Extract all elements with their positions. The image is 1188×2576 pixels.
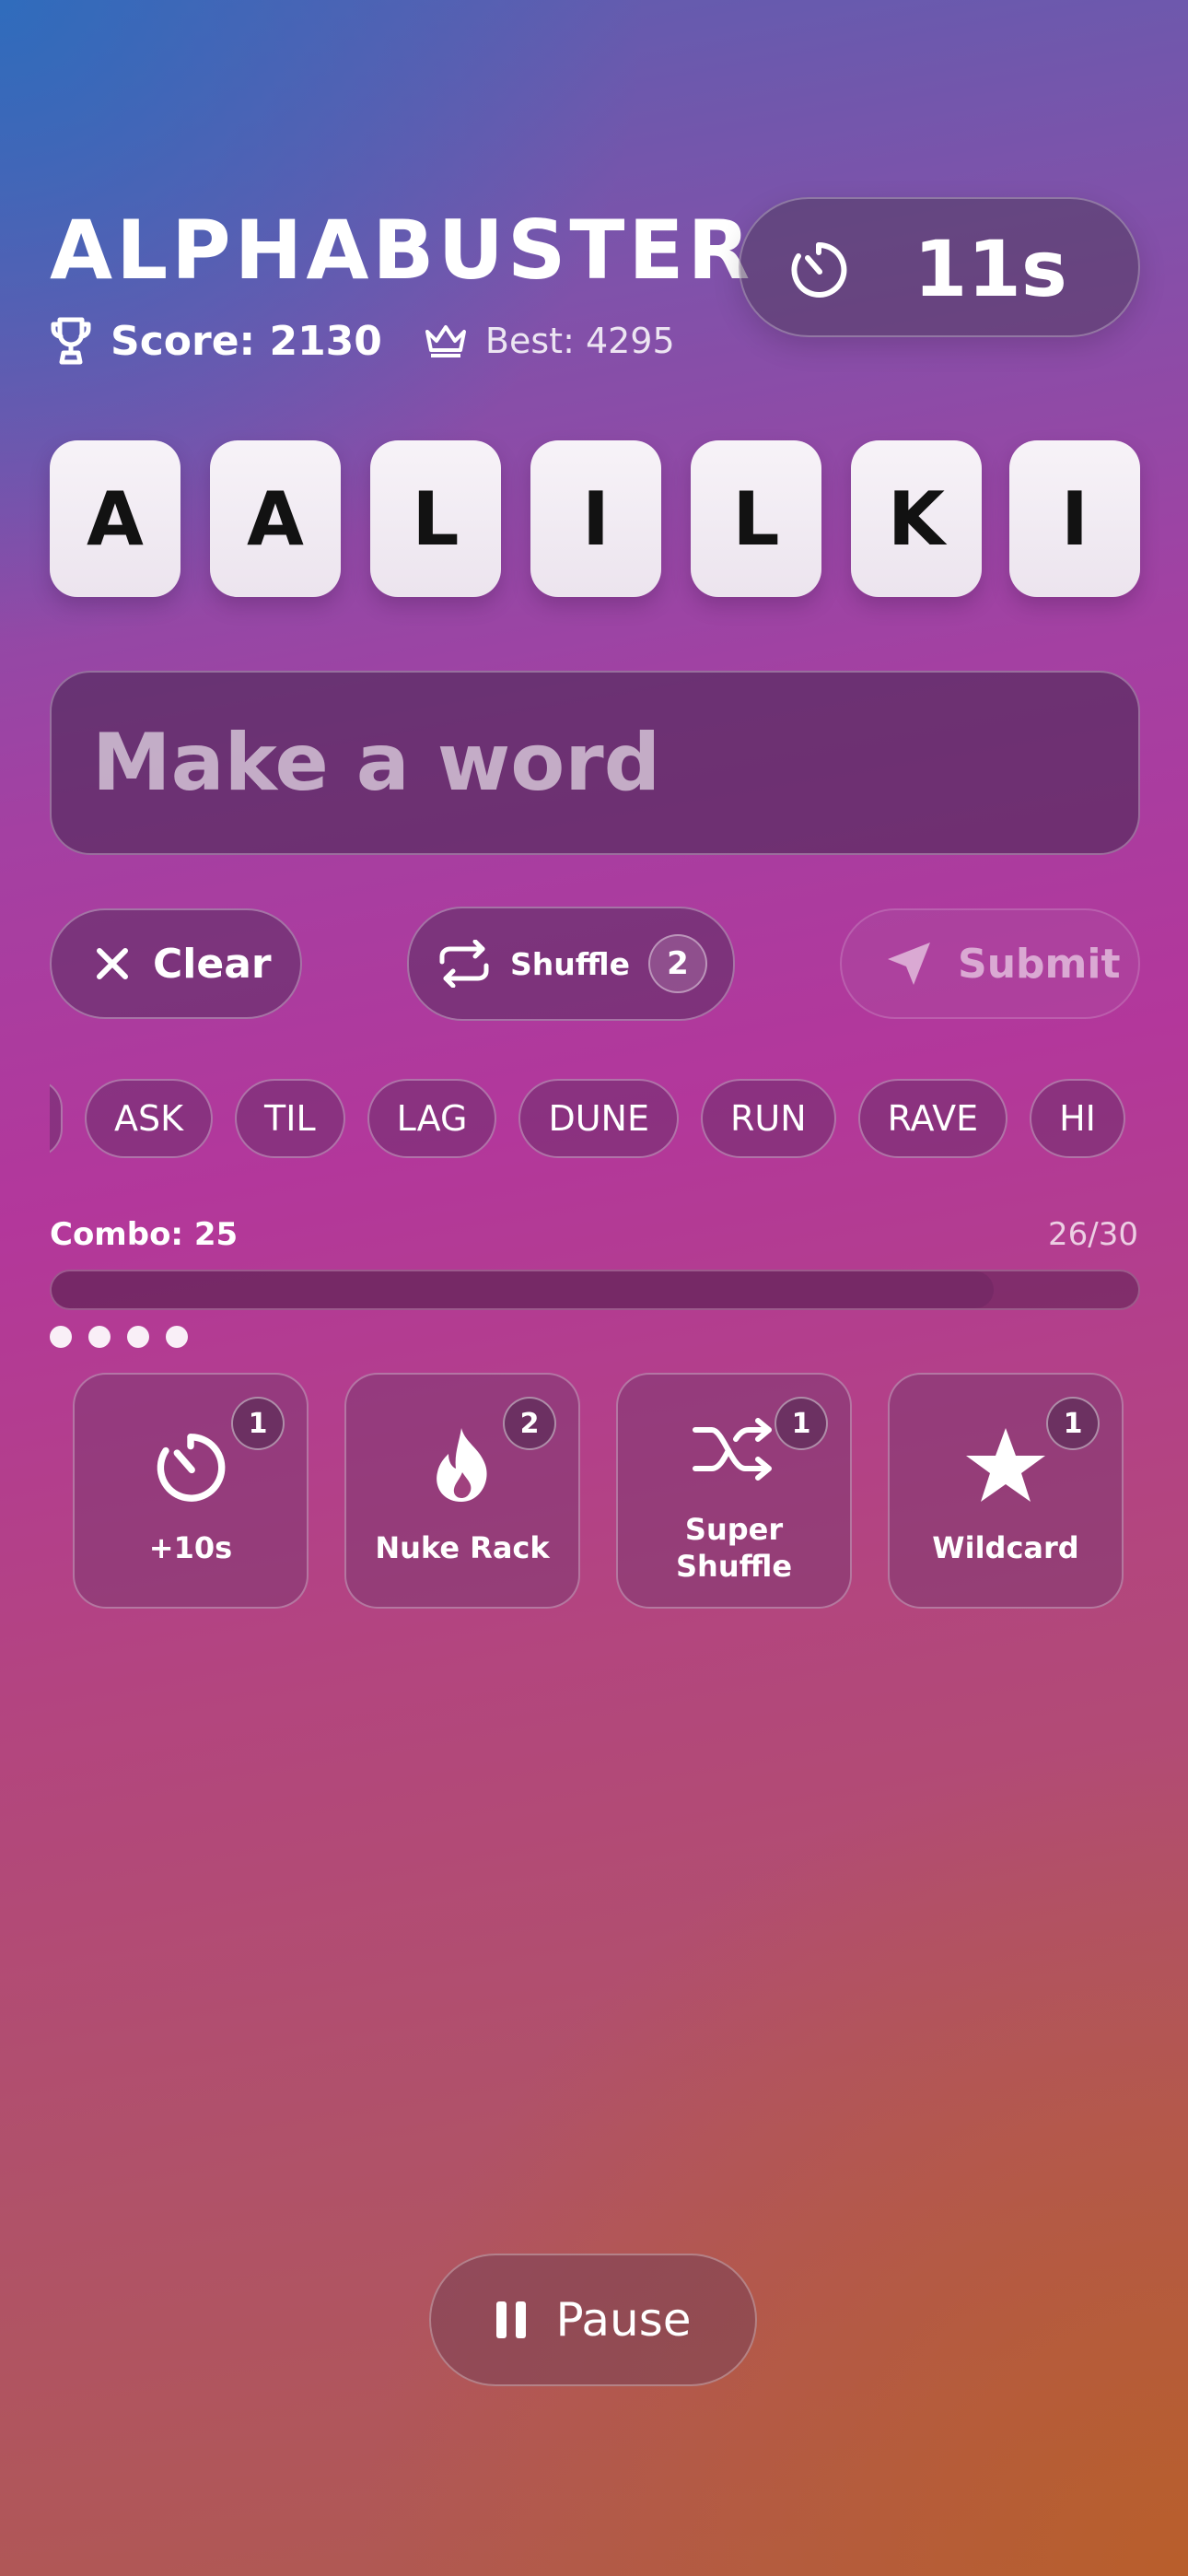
score-value: Score: 2130 bbox=[111, 317, 382, 365]
letter-tile[interactable]: K bbox=[851, 440, 982, 597]
submit-label: Submit bbox=[958, 940, 1121, 988]
best-score: Best: 4295 bbox=[484, 321, 675, 361]
pause-label: Pause bbox=[555, 2293, 692, 2347]
powerup-super-shuffle[interactable]: Super Shuffle 1 bbox=[616, 1373, 852, 1609]
powerup-label: Super Shuffle bbox=[618, 1511, 850, 1585]
close-icon bbox=[97, 948, 128, 979]
found-words-track: ASK TIL LAG DUNE RUN RAVE HI bbox=[50, 1078, 1140, 1159]
letter-tile[interactable]: L bbox=[691, 440, 821, 597]
combo-dot bbox=[166, 1326, 188, 1348]
combo-dot bbox=[50, 1326, 72, 1348]
combo-progress-text: 26/30 bbox=[1048, 1216, 1138, 1253]
repeat-icon bbox=[439, 940, 489, 988]
letter-tile[interactable]: L bbox=[370, 440, 501, 597]
word-chip: RUN bbox=[700, 1079, 836, 1158]
powerup-plus-10s[interactable]: +10s 1 bbox=[73, 1373, 309, 1609]
powerup-label: Wildcard bbox=[932, 1530, 1079, 1565]
shuffle-icon bbox=[693, 1418, 772, 1481]
letter-tile[interactable]: A bbox=[50, 440, 181, 597]
crown-icon bbox=[425, 325, 466, 357]
powerup-label-text: Super Shuffle bbox=[675, 1512, 793, 1584]
flame-icon bbox=[437, 1428, 487, 1502]
letter-tile[interactable]: I bbox=[530, 440, 661, 597]
word-chip: HI bbox=[1030, 1079, 1125, 1158]
submit-button[interactable]: Submit bbox=[840, 908, 1140, 1019]
stopwatch-icon bbox=[157, 1434, 226, 1502]
combo-dot bbox=[127, 1326, 149, 1348]
pause-button[interactable]: Pause bbox=[429, 2254, 757, 2386]
powerup-nuke-rack[interactable]: Nuke Rack 2 bbox=[344, 1373, 580, 1609]
combo-label: Combo: 25 bbox=[50, 1216, 239, 1253]
found-words-strip[interactable]: ASK TIL LAG DUNE RUN RAVE HI bbox=[50, 1078, 1140, 1159]
powerup-count-badge: 1 bbox=[775, 1397, 828, 1450]
word-chip: RAVE bbox=[857, 1079, 1008, 1158]
word-chip: DUNE bbox=[518, 1079, 679, 1158]
letter-tile[interactable]: A bbox=[210, 440, 341, 597]
shuffle-label: Shuffle bbox=[510, 945, 630, 982]
word-chip: ASK bbox=[85, 1079, 214, 1158]
word-chip: LAG bbox=[367, 1079, 497, 1158]
powerup-wildcard[interactable]: Wildcard 1 bbox=[888, 1373, 1124, 1609]
combo-dots bbox=[50, 1326, 204, 1348]
combo-progress-fill bbox=[52, 1271, 995, 1308]
clear-button[interactable]: Clear bbox=[50, 908, 302, 1019]
powerup-count-badge: 2 bbox=[503, 1397, 556, 1450]
timer-display: 11s bbox=[739, 197, 1140, 337]
score-row: Score: 2130 Best: 4295 bbox=[50, 313, 675, 369]
send-icon bbox=[888, 943, 930, 985]
shuffle-button[interactable]: Shuffle 2 bbox=[407, 907, 735, 1021]
timer-value: 11s bbox=[914, 224, 1067, 314]
game-title: ALPHABUSTER bbox=[50, 203, 754, 298]
combo-progress-bar bbox=[50, 1270, 1140, 1310]
letter-tile[interactable]: I bbox=[1009, 440, 1140, 597]
word-chip: TIL bbox=[235, 1079, 345, 1158]
pause-icon bbox=[496, 2301, 527, 2338]
powerup-count-badge: 1 bbox=[1046, 1397, 1100, 1450]
powerup-count-badge: 1 bbox=[231, 1397, 285, 1450]
trophy-icon bbox=[51, 317, 91, 365]
stopwatch-icon bbox=[791, 241, 847, 298]
word-chip bbox=[50, 1079, 63, 1158]
powerup-label: Nuke Rack bbox=[375, 1530, 550, 1565]
combo-dot bbox=[88, 1326, 111, 1348]
clear-label: Clear bbox=[153, 940, 272, 988]
shuffle-count-badge: 2 bbox=[647, 934, 707, 993]
powerup-label: +10s bbox=[148, 1530, 233, 1565]
star-icon bbox=[966, 1428, 1045, 1502]
word-input[interactable] bbox=[50, 671, 1140, 855]
